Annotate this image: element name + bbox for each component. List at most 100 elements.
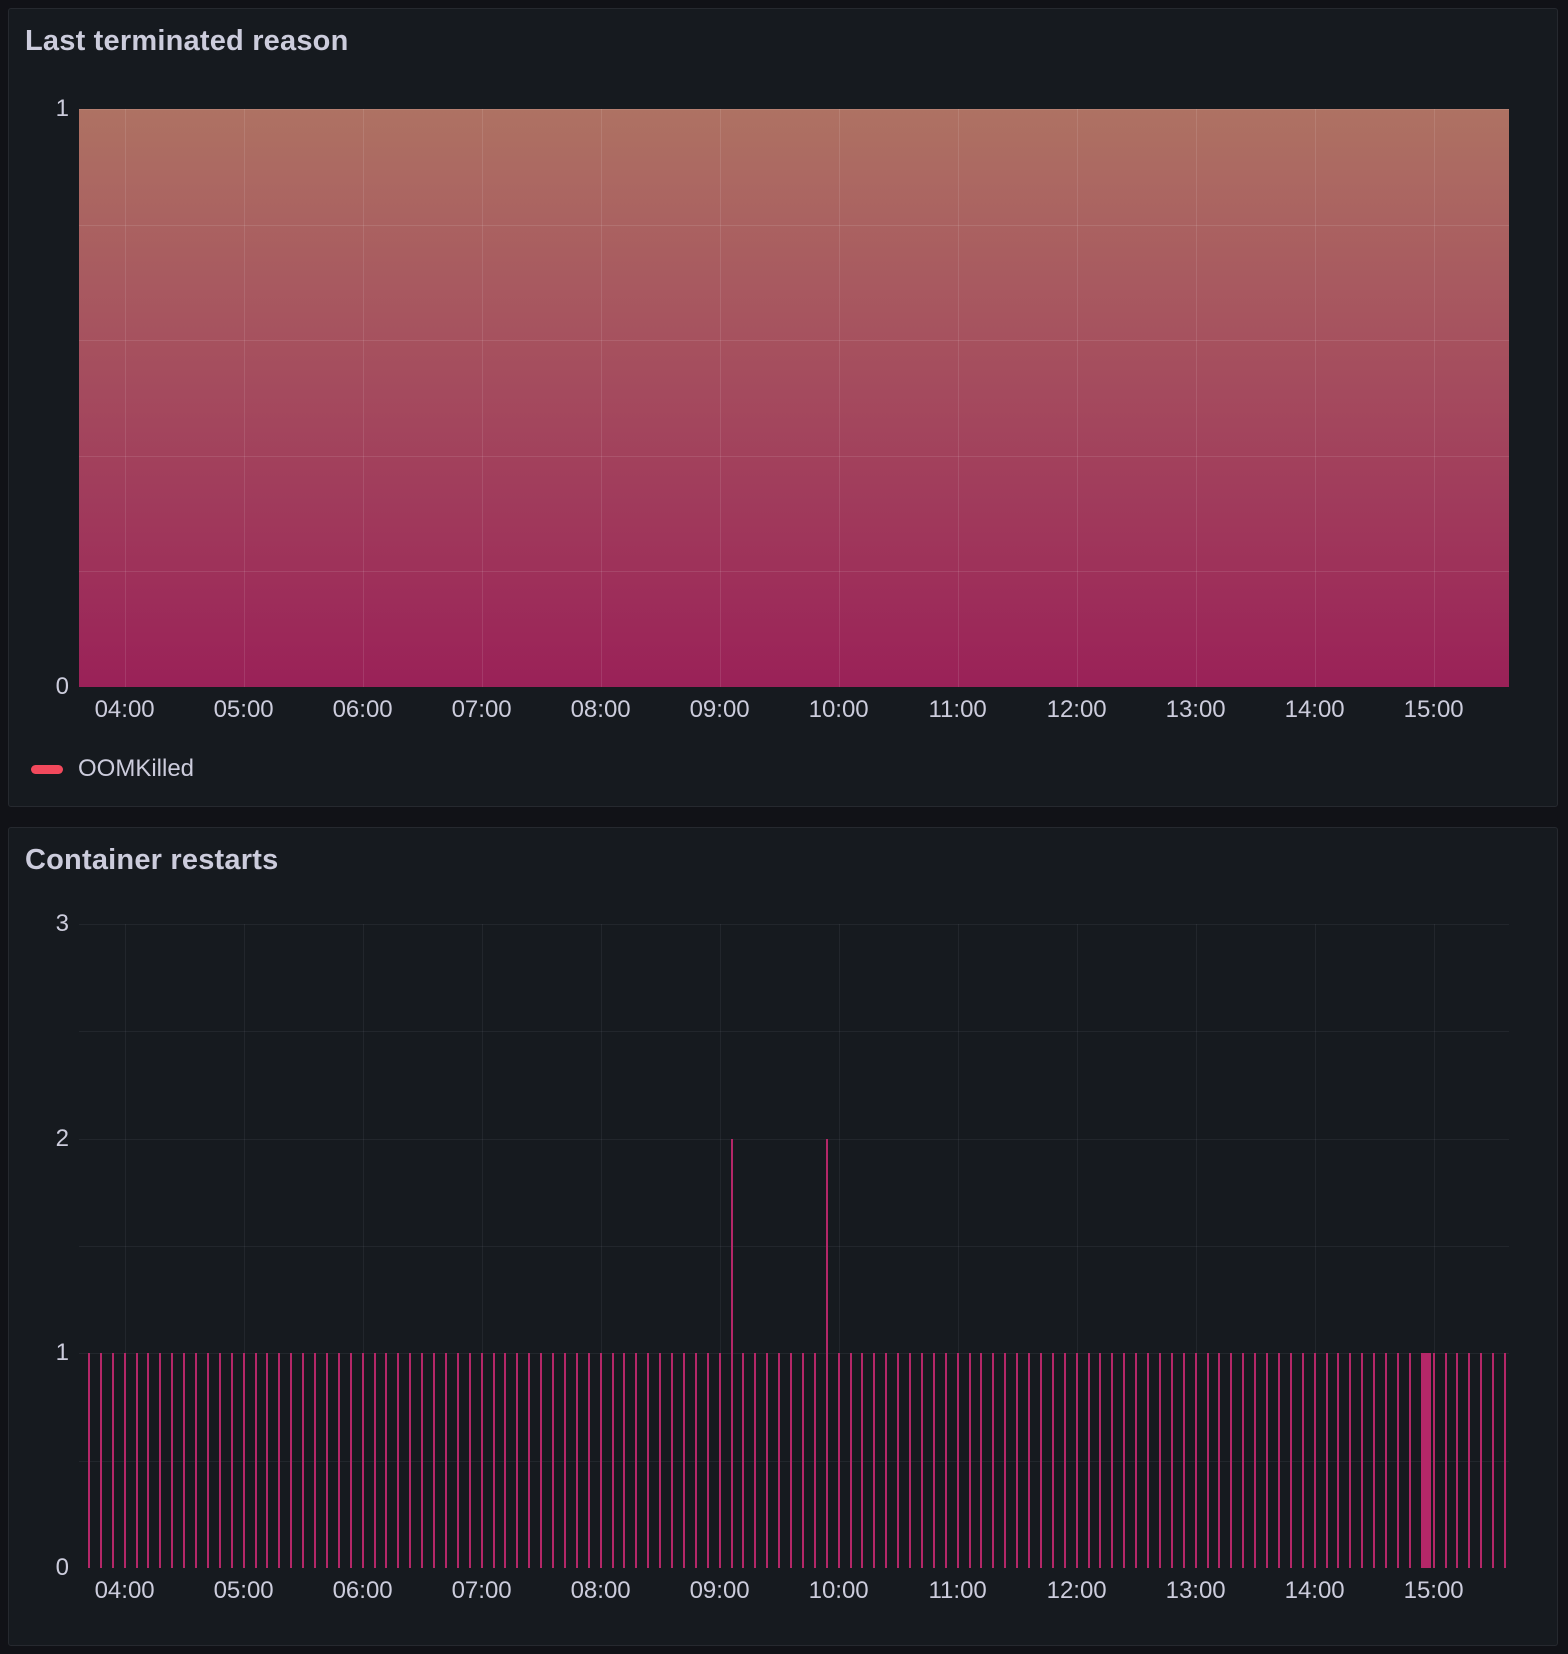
restart-bar — [778, 1353, 780, 1568]
restart-bar — [1445, 1353, 1447, 1568]
x-tick-label: 10:00 — [784, 695, 894, 725]
x-tick-label: 07:00 — [427, 1576, 537, 1606]
restart-bar — [1385, 1353, 1387, 1568]
restart-bar — [1076, 1353, 1078, 1568]
restart-bar — [88, 1353, 90, 1568]
restart-bar — [992, 1353, 994, 1568]
x-tick-label: 05:00 — [189, 695, 299, 725]
y-tick-label: 0 — [15, 672, 69, 702]
restart-bar — [1266, 1353, 1268, 1568]
x-tick-label: 07:00 — [427, 695, 537, 725]
restart-bar — [766, 1353, 768, 1568]
restart-bar — [731, 1139, 733, 1568]
restart-bar — [1159, 1353, 1161, 1568]
restart-bar — [623, 1353, 625, 1568]
restart-bar — [969, 1353, 971, 1568]
gridline-h — [79, 1139, 1509, 1140]
x-tick-label: 06:00 — [308, 695, 418, 725]
panel-title[interactable]: Container restarts — [25, 844, 278, 877]
restart-bar — [1326, 1353, 1328, 1568]
restart-bar — [350, 1353, 352, 1568]
restart-bar — [112, 1353, 114, 1568]
restart-bar — [219, 1353, 221, 1568]
restart-bar — [457, 1353, 459, 1568]
restart-bar — [147, 1353, 149, 1568]
restart-bar — [1123, 1353, 1125, 1568]
x-tick-label: 14:00 — [1260, 695, 1370, 725]
x-tick-label: 09:00 — [665, 695, 775, 725]
restart-bar — [742, 1353, 744, 1568]
last-terminated-reason-plot[interactable] — [79, 109, 1509, 687]
x-tick-label: 04:00 — [70, 695, 180, 725]
x-tick-label: 10:00 — [784, 1576, 894, 1606]
restart-bar — [278, 1353, 280, 1568]
y-tick-label: 2 — [15, 1124, 69, 1154]
restart-bar — [1314, 1353, 1316, 1568]
restart-bar — [445, 1353, 447, 1568]
restart-bar — [600, 1353, 602, 1568]
restart-bar — [1278, 1353, 1280, 1568]
gridline-h — [79, 1246, 1509, 1247]
restart-bar — [1099, 1353, 1101, 1568]
x-tick-label: 12:00 — [1022, 1576, 1132, 1606]
restart-bar — [1254, 1353, 1256, 1568]
restart-bar — [100, 1353, 102, 1568]
gridline-h — [79, 1461, 1509, 1462]
restart-bar — [290, 1353, 292, 1568]
x-tick-label: 09:00 — [665, 1576, 775, 1606]
gridline-h — [79, 924, 1509, 925]
restart-bar — [231, 1353, 233, 1568]
x-tick-label: 15:00 — [1379, 695, 1489, 725]
x-tick-label: 05:00 — [189, 1576, 299, 1606]
legend-item-oomkilled[interactable]: OOMKilled — [31, 755, 194, 783]
restart-bar — [1504, 1353, 1506, 1568]
restart-bar — [374, 1353, 376, 1568]
restart-bar — [552, 1353, 554, 1568]
restart-bar — [1456, 1353, 1458, 1568]
restart-bar — [183, 1353, 185, 1568]
restart-bar — [433, 1353, 435, 1568]
restart-bar — [385, 1353, 387, 1568]
gridline-h — [79, 1031, 1509, 1032]
x-tick-label: 13:00 — [1141, 1576, 1251, 1606]
restart-bar — [1242, 1353, 1244, 1568]
restart-bar — [1207, 1353, 1209, 1568]
restart-bar — [1111, 1353, 1113, 1568]
restart-bar — [564, 1353, 566, 1568]
restart-bar — [861, 1353, 863, 1568]
restart-bar — [1052, 1353, 1054, 1568]
restart-bar — [850, 1353, 852, 1568]
restart-bar — [159, 1353, 161, 1568]
restart-bar — [540, 1353, 542, 1568]
restart-bar — [421, 1353, 423, 1568]
restart-bar — [195, 1353, 197, 1568]
restart-bar — [885, 1353, 887, 1568]
restart-bar — [635, 1353, 637, 1568]
y-tick-label: 1 — [15, 1338, 69, 1368]
restart-bar — [1492, 1353, 1494, 1568]
restart-bar — [1004, 1353, 1006, 1568]
restart-bar — [1016, 1353, 1018, 1568]
restart-bar — [1361, 1353, 1363, 1568]
panel-title[interactable]: Last terminated reason — [25, 25, 349, 58]
restart-bar — [1171, 1353, 1173, 1568]
restart-bar — [314, 1353, 316, 1568]
restart-bar — [909, 1353, 911, 1568]
restart-bar — [838, 1353, 840, 1568]
restart-bar — [576, 1353, 578, 1568]
x-tick-label: 13:00 — [1141, 695, 1251, 725]
restart-bar — [1302, 1353, 1304, 1568]
restart-bar — [695, 1353, 697, 1568]
restart-bar — [1290, 1353, 1292, 1568]
restart-bar — [397, 1353, 399, 1568]
oomkilled-area-fill — [79, 109, 1509, 687]
restart-bar — [1147, 1353, 1149, 1568]
container-restarts-plot[interactable] — [79, 924, 1509, 1568]
restart-bar — [612, 1353, 614, 1568]
restart-bar — [790, 1353, 792, 1568]
restart-bar — [659, 1353, 661, 1568]
restart-bar — [1480, 1353, 1482, 1568]
restart-bar — [1230, 1353, 1232, 1568]
restart-bar — [362, 1353, 364, 1568]
restart-bar — [504, 1353, 506, 1568]
